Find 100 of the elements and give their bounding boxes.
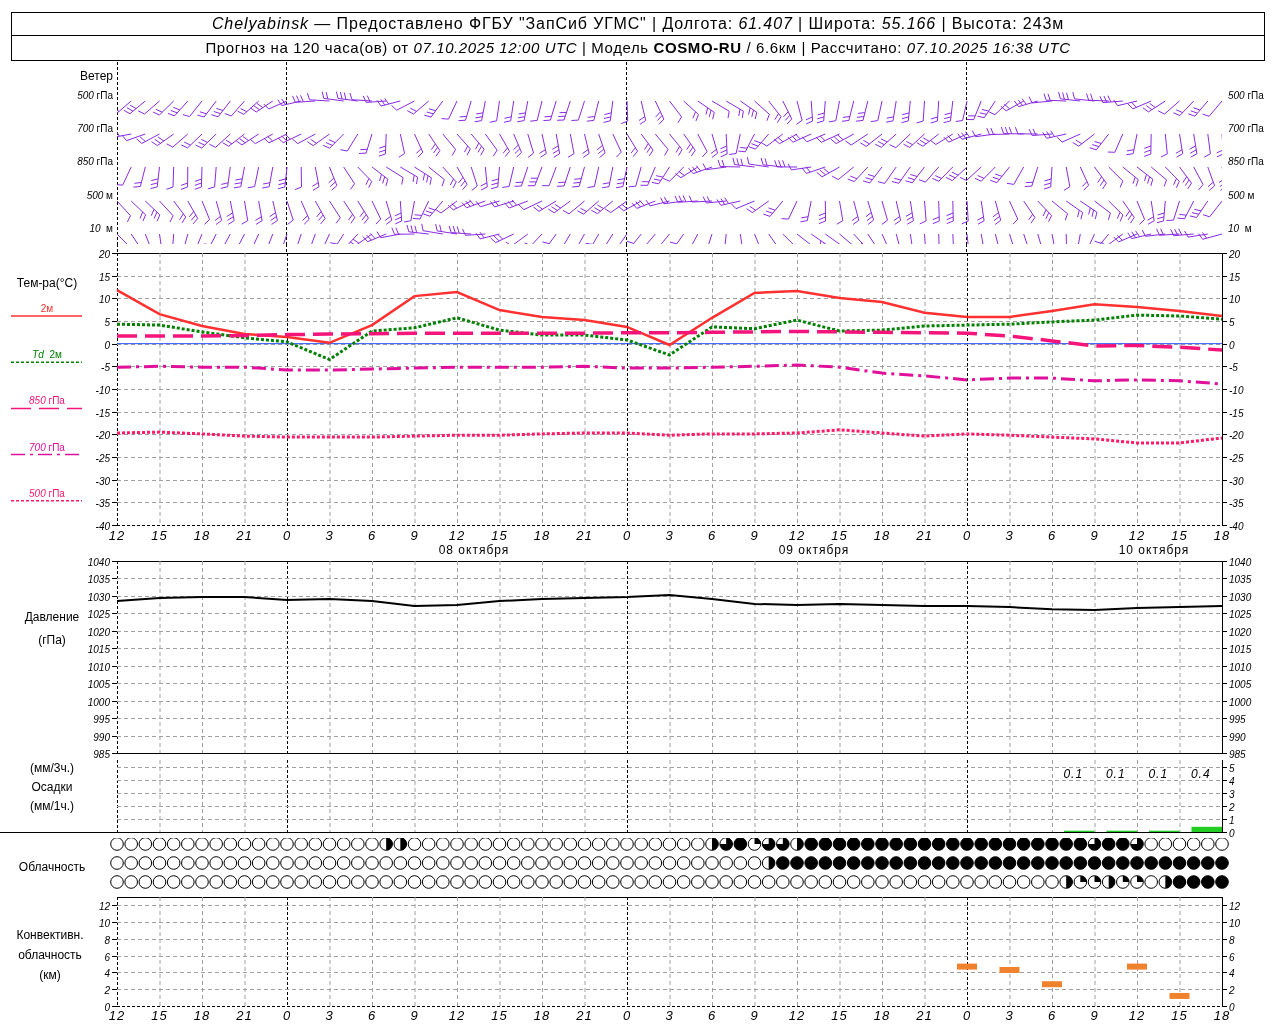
wind-level-label: 10 м <box>1228 223 1252 234</box>
hour-label: 0 <box>962 528 972 543</box>
cloud-cover-symbol <box>889 856 903 870</box>
cloud-cover-symbol <box>846 838 861 851</box>
precipitation-total: 0.1 <box>1063 767 1084 781</box>
cloud-cover-symbol <box>1201 856 1215 870</box>
cloud-cover-symbol <box>237 856 252 870</box>
cloud-cover-symbol <box>450 856 464 870</box>
cloud-cover-symbol <box>379 856 393 870</box>
cloud-cover-symbol <box>1031 838 1045 851</box>
cloud-cover-symbol <box>591 838 606 851</box>
cloud-cover-symbol <box>917 838 932 851</box>
convective-cloud-label: Конвективн. <box>16 928 84 942</box>
cloud-cover-symbol <box>124 875 138 889</box>
convective-cloud-mark <box>957 963 977 970</box>
axis-tick-label: 15 <box>98 271 110 283</box>
hour-label: 9 <box>410 1008 419 1023</box>
cloud-cover-symbol <box>733 838 748 851</box>
axis-tick-label: 1000 <box>1229 696 1252 708</box>
cloud-cover-symbol <box>790 856 804 870</box>
hour-label: 9 <box>1090 1008 1099 1023</box>
cloud-cover-symbol <box>138 838 153 851</box>
axis-tick-label: 1030 <box>87 591 110 603</box>
cloud-cover-symbol <box>988 875 1003 889</box>
cloud-cover-symbol <box>407 856 422 870</box>
cloud-cover-symbol <box>209 856 223 870</box>
hour-label: 0 <box>962 1008 972 1023</box>
axis-tick-label: -40 <box>95 520 110 532</box>
cloud-cover-symbol <box>407 838 422 851</box>
axis-tick-label: 1025 <box>87 608 110 620</box>
temperature-label: Тем-ра(°C) <box>16 276 78 290</box>
wind-level-label: 500 м <box>1228 190 1255 201</box>
hour-label: 9 <box>1090 528 1099 543</box>
hour-label: 0 <box>622 528 632 543</box>
pressure-label: (гПа) <box>38 633 66 647</box>
wind-level-label: 850 гПа <box>1228 156 1264 167</box>
cloud-cover-symbol <box>266 875 280 889</box>
axis-tick-label: 8 <box>1229 934 1235 946</box>
axis-tick-label: 4 <box>1229 967 1235 979</box>
cloud-cover-symbol <box>1116 838 1130 851</box>
hour-label: 9 <box>750 528 759 543</box>
cloud-cover-symbol <box>903 838 918 851</box>
hour-label: 12 <box>448 1008 466 1023</box>
cloud-cover-symbol <box>1130 875 1144 889</box>
cloud-cover-symbol <box>931 856 946 870</box>
axis-tick-label: 0 <box>104 1001 110 1013</box>
wind-level-label: 700 гПа <box>1228 123 1264 134</box>
date-label: 09 октября <box>778 543 850 557</box>
cloud-cover-symbol <box>294 838 308 851</box>
cloud-cover-symbol <box>1101 838 1116 851</box>
cloud-cover-symbol <box>691 875 705 889</box>
cloud-cover-symbol <box>960 875 974 889</box>
hour-label: 6 <box>707 528 717 543</box>
axis-tick-label: 1035 <box>87 573 110 585</box>
cloud-cover-symbol <box>549 875 563 889</box>
cloud-cover-symbol <box>747 875 762 889</box>
axis-tick-label: 5 <box>104 316 110 328</box>
cloud-cover-symbol <box>181 875 195 889</box>
cloud-cover-symbol <box>1144 856 1158 870</box>
cloud-cover-symbol <box>804 856 818 870</box>
cloud-cover-symbol <box>620 838 634 851</box>
hour-label: 3 <box>325 528 334 543</box>
cloud-cover-symbol <box>662 838 677 851</box>
cloud-cover-symbol <box>195 875 209 889</box>
cloud-cover-symbol <box>492 875 507 889</box>
cloud-cover-symbol <box>662 856 677 870</box>
cloud-cover-symbol <box>1186 875 1201 889</box>
cloud-cover-symbol <box>152 856 167 870</box>
cloud-cover-symbol <box>450 875 464 889</box>
axis-tick-label: 1035 <box>1229 573 1252 585</box>
legend-label: 500 гПа <box>29 487 65 499</box>
cloud-cover-symbol <box>379 838 393 851</box>
cloud-cover-symbol <box>336 838 351 851</box>
cloud-cover-symbol <box>464 856 478 870</box>
wind-level-label: 700 гПа <box>77 123 113 134</box>
cloud-cover-symbol <box>152 875 167 889</box>
axis-tick-label: 990 <box>93 731 110 743</box>
legend-label: 850 гПа <box>29 395 65 407</box>
cloud-cover-symbol <box>606 875 620 889</box>
cloud-cover-symbol <box>492 856 507 870</box>
precipitation-label: (мм/3ч.) <box>29 761 75 775</box>
cloud-cover-symbol <box>960 856 974 870</box>
cloud-cover-symbol <box>790 875 804 889</box>
cloud-cover-symbol <box>1059 856 1073 870</box>
cloud-cover-symbol <box>223 875 238 889</box>
axis-tick-label: 985 <box>93 748 110 760</box>
axis-tick-label: 0 <box>104 339 110 351</box>
cloud-cover-symbol <box>691 838 705 851</box>
cloud-cover-symbol <box>747 838 762 851</box>
hour-label: 0 <box>282 528 292 543</box>
cloud-cover-symbol <box>124 856 138 870</box>
axis-tick-label: -5 <box>1229 361 1238 373</box>
cloud-cover-symbol <box>110 856 124 870</box>
cloud-cover-symbol <box>280 856 294 870</box>
hour-label: 18 <box>533 528 551 543</box>
cloud-cover-symbol <box>861 856 875 870</box>
cloud-cover-symbol <box>223 838 238 851</box>
cloud-cover-symbol <box>1045 856 1059 870</box>
cloud-cover-symbol <box>251 856 266 870</box>
cloud-cover-symbol <box>606 856 620 870</box>
